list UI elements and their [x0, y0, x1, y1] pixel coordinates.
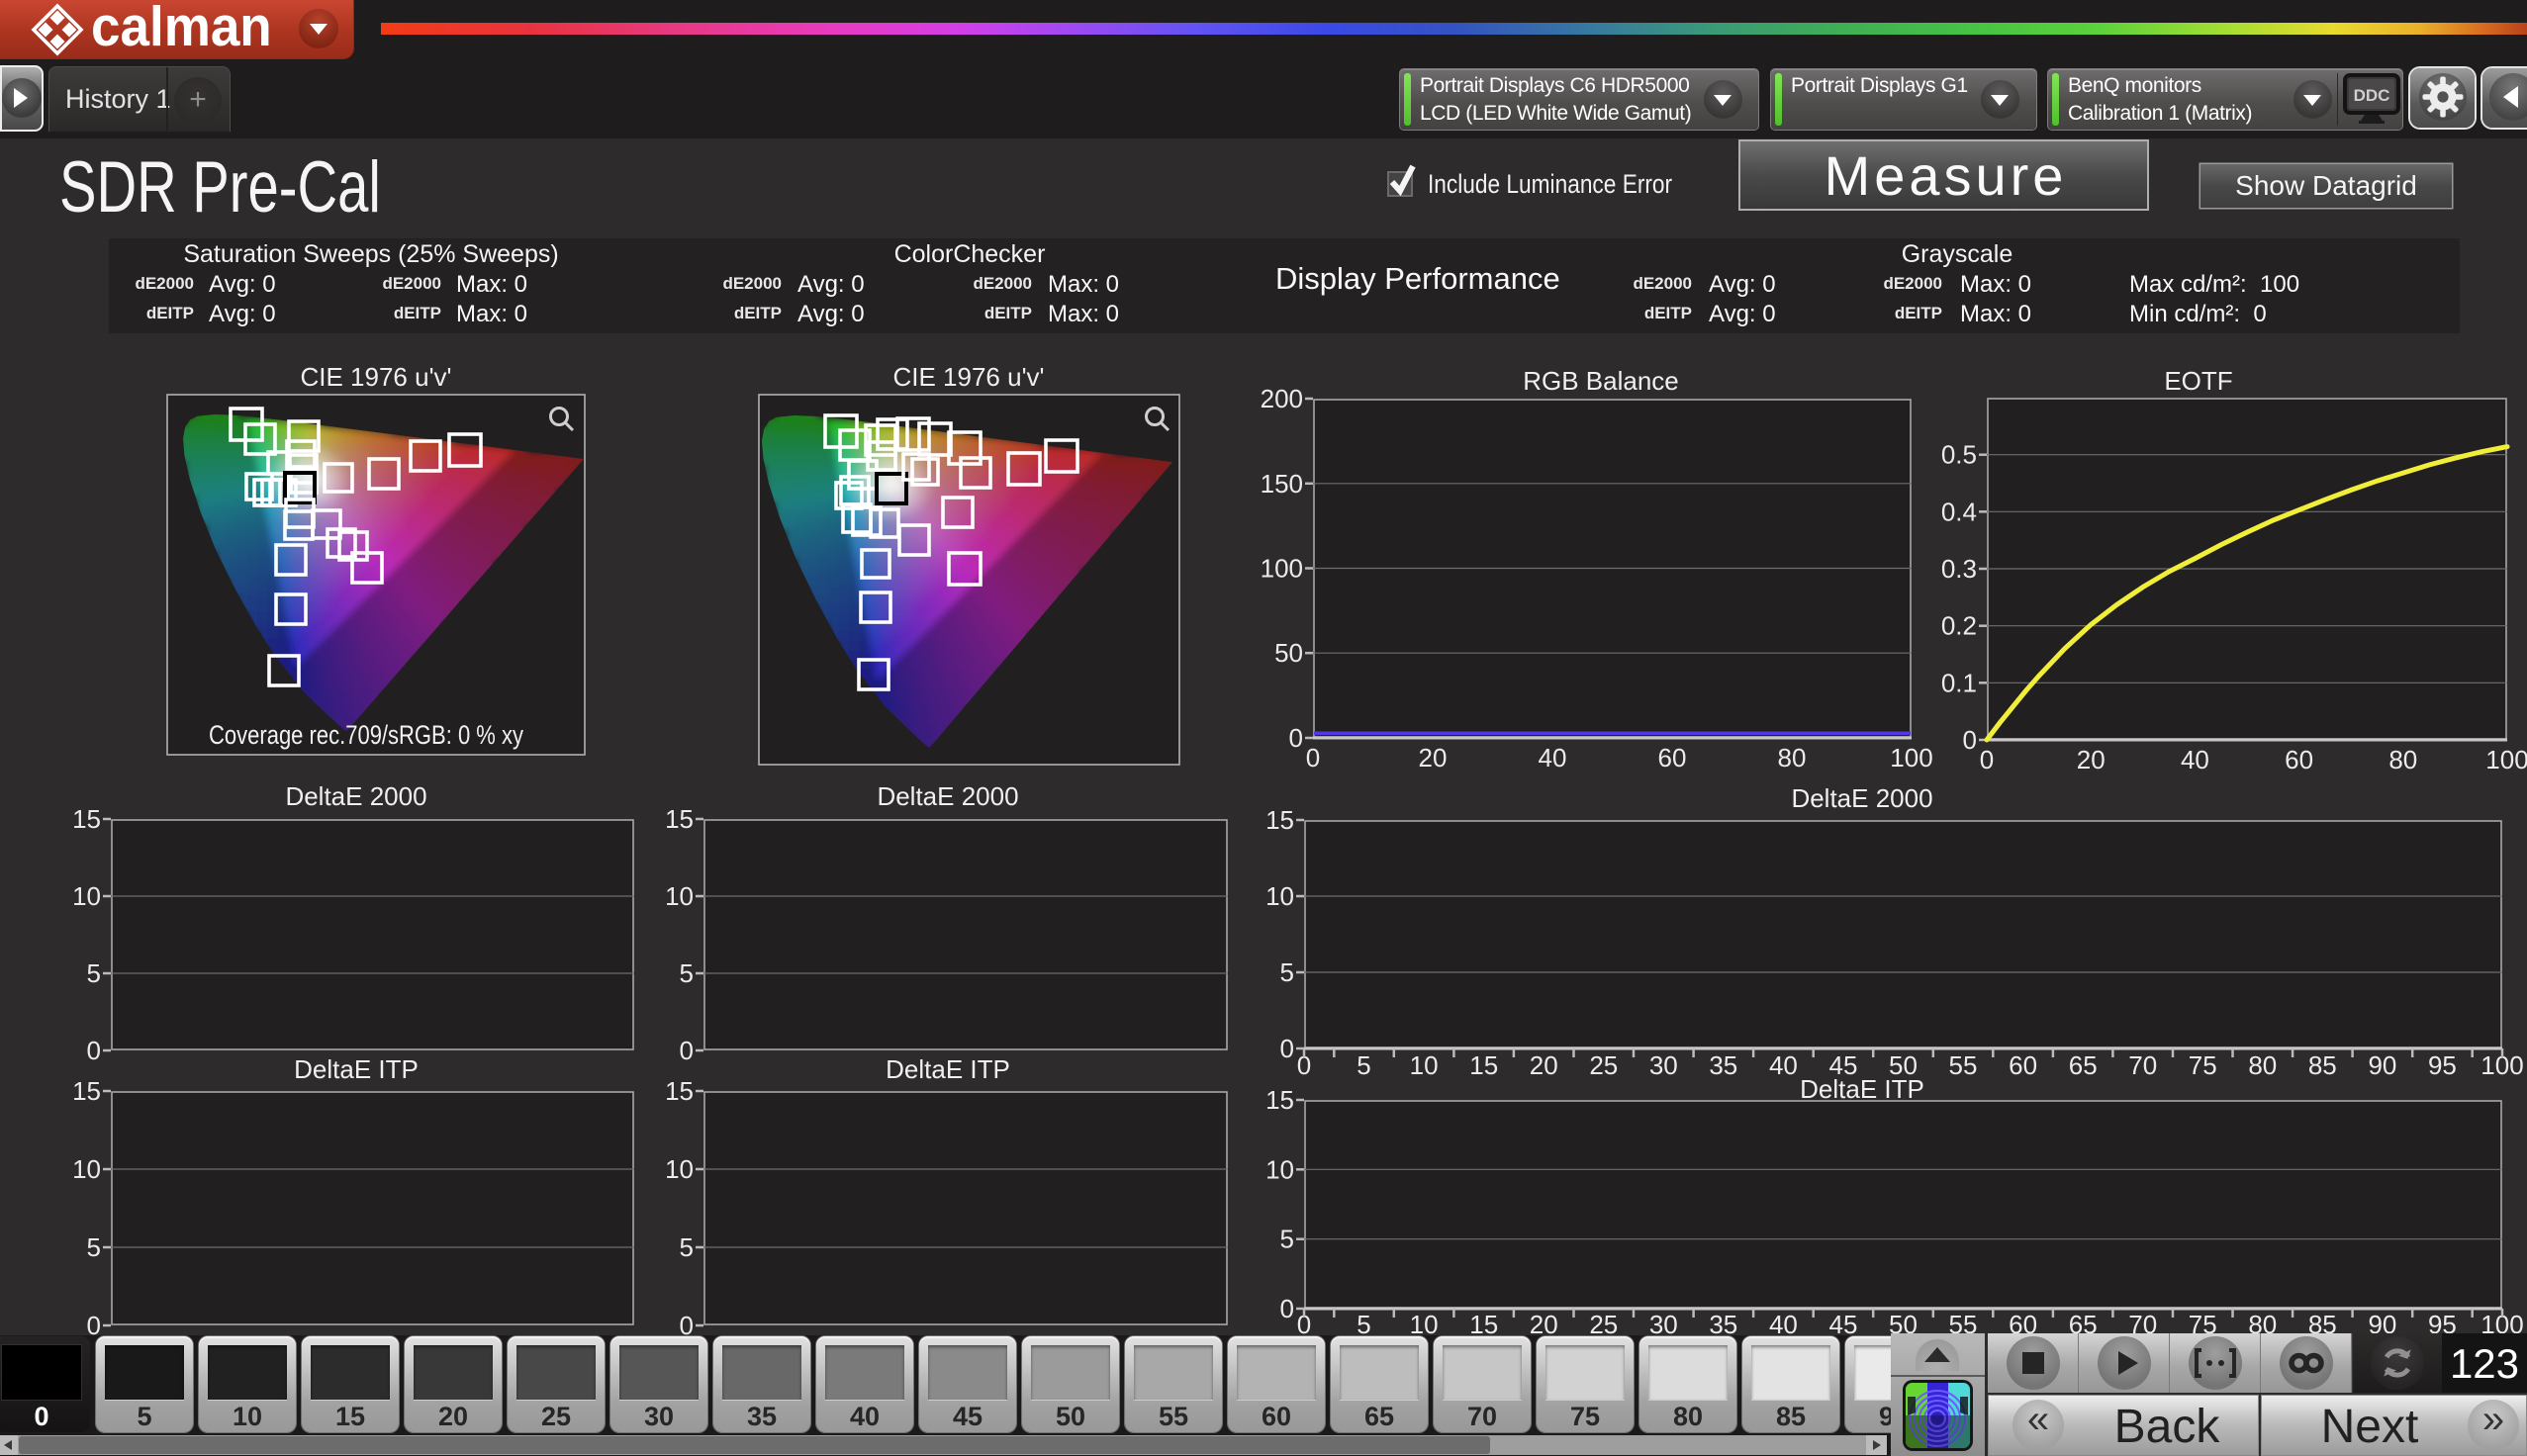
svg-text:0: 0: [1963, 725, 1977, 755]
svg-text:40: 40: [2181, 745, 2209, 774]
svg-text:0.5: 0.5: [1941, 440, 1977, 470]
svg-text:100: 100: [2485, 745, 2527, 774]
svg-text:DDC: DDC: [2354, 86, 2390, 105]
svg-text:0.2: 0.2: [1941, 611, 1977, 641]
svg-text:0.3: 0.3: [1941, 554, 1977, 584]
svg-text:20: 20: [2077, 745, 2106, 774]
svg-text:80: 80: [2388, 745, 2417, 774]
svg-text:0: 0: [1980, 745, 1994, 774]
svg-text:0.4: 0.4: [1941, 497, 1977, 526]
svg-text:60: 60: [2285, 745, 2313, 774]
svg-text:0.1: 0.1: [1941, 668, 1977, 697]
